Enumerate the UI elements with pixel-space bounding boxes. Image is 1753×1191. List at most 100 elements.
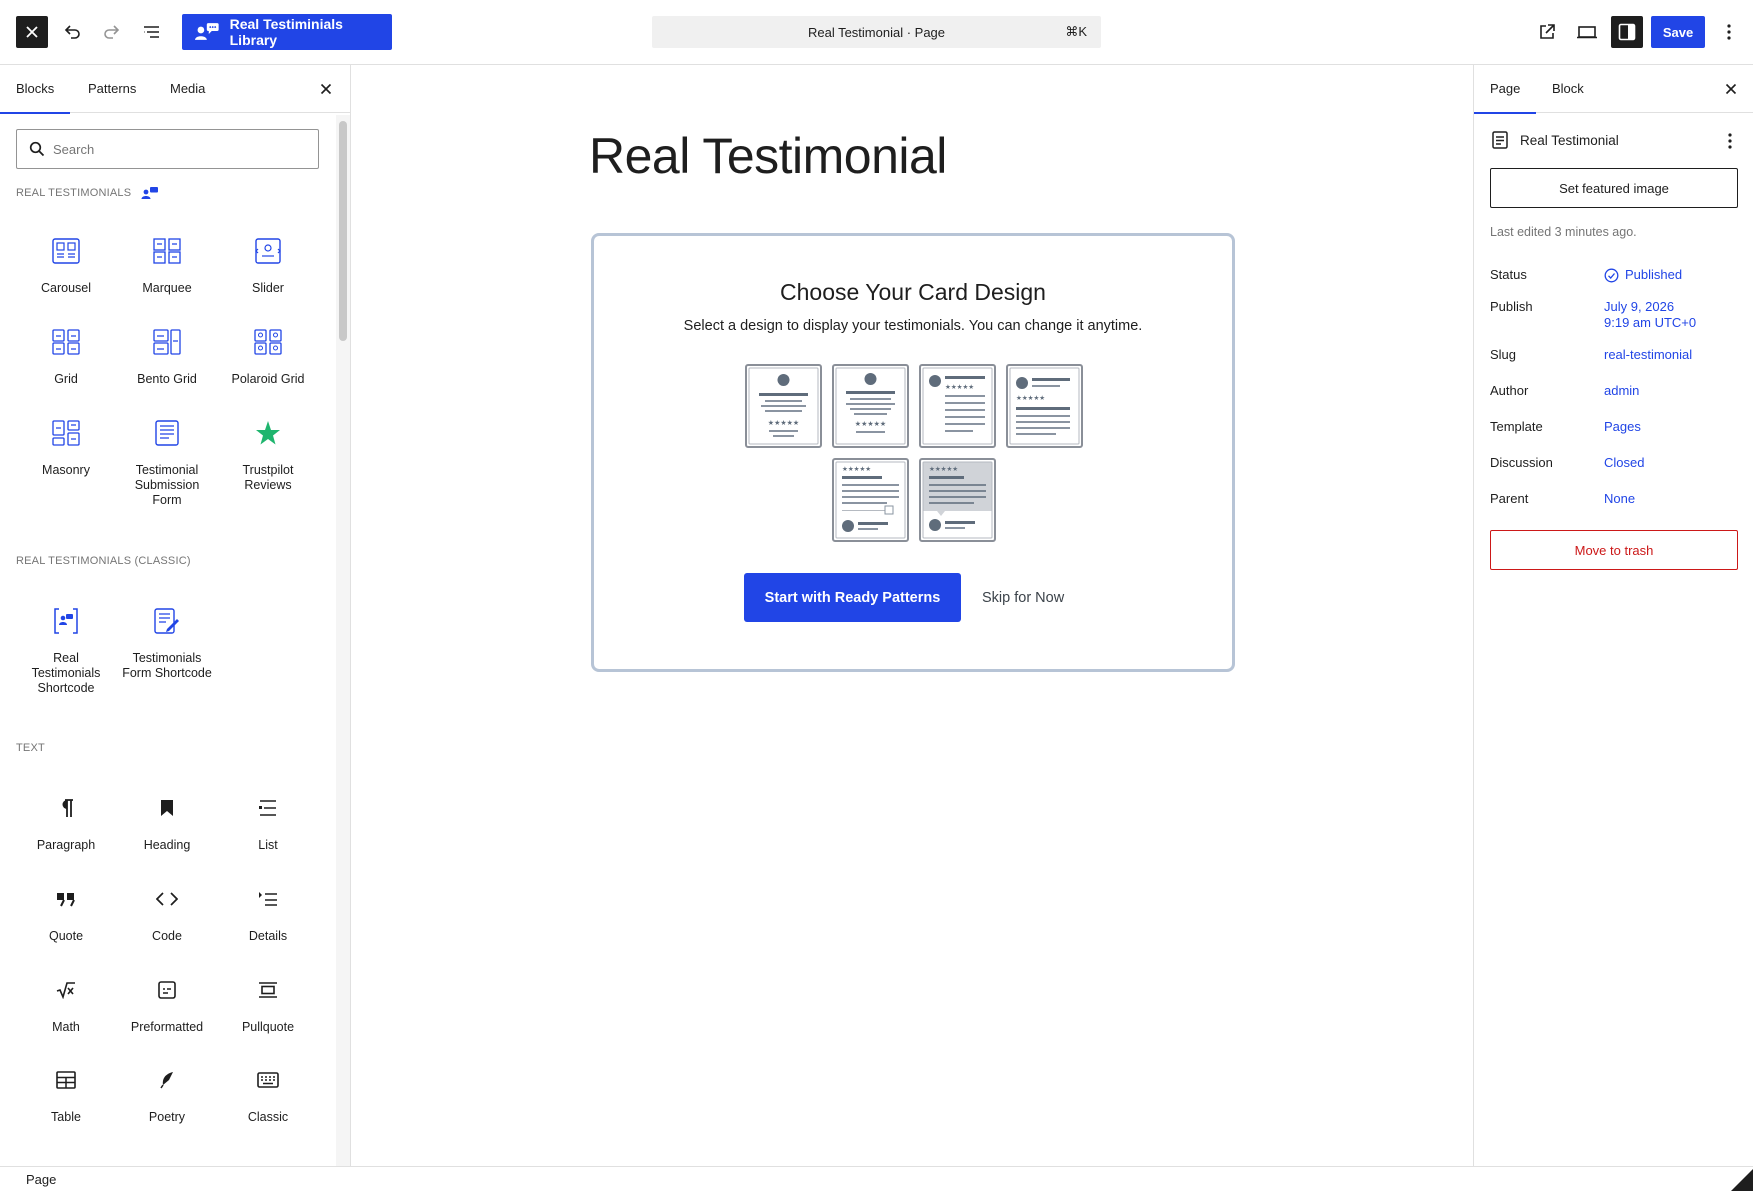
- category-heading-real-testimonials-classic: REAL TESTIMONIALS (CLASSIC): [16, 555, 191, 567]
- tab-page[interactable]: Page: [1474, 65, 1537, 114]
- close-inserter-button[interactable]: [314, 77, 338, 101]
- block-label: Poetry: [148, 1110, 186, 1124]
- card-design-option-4[interactable]: ★★★★★: [1006, 364, 1083, 448]
- discussion-value[interactable]: Closed: [1604, 455, 1644, 471]
- template-value[interactable]: Pages: [1604, 419, 1641, 435]
- block-code[interactable]: Code: [119, 883, 215, 944]
- page-title[interactable]: Real Testimonial: [589, 127, 947, 185]
- top-toolbar: Real Testiminials Library Real Testimoni…: [0, 0, 1753, 65]
- inserter-scrollbar[interactable]: [336, 115, 350, 1166]
- block-trustpilot-reviews[interactable]: Trustpilot Reviews: [220, 417, 316, 493]
- block-masonry[interactable]: Masonry: [18, 417, 114, 478]
- save-button[interactable]: Save: [1651, 16, 1705, 48]
- block-label: Details: [248, 929, 288, 943]
- block-poetry[interactable]: Poetry: [119, 1064, 215, 1125]
- command-shortcut: ⌘K: [1065, 24, 1087, 39]
- block-table[interactable]: Table: [18, 1064, 114, 1125]
- close-editor-button[interactable]: [16, 16, 48, 48]
- thumb-stars: ★★★★★: [855, 420, 886, 428]
- block-bento-grid[interactable]: Bento Grid: [119, 326, 215, 387]
- block-polaroid-grid[interactable]: Polaroid Grid: [220, 326, 316, 387]
- testimonial-users-icon: [141, 187, 159, 199]
- card-design-option-3[interactable]: ★★★★★: [919, 364, 996, 448]
- publish-date-value[interactable]: July 9, 2026 9:19 am UTC+0: [1604, 299, 1696, 331]
- slug-value[interactable]: real-testimonial: [1604, 347, 1692, 363]
- page-actions-button[interactable]: [1718, 129, 1742, 153]
- settings-toggle-button[interactable]: [1611, 16, 1643, 48]
- testimonials-library-button[interactable]: Real Testiminials Library: [182, 14, 392, 50]
- card-layout-left-header-icon: ★★★★★: [1009, 367, 1080, 445]
- close-settings-button[interactable]: [1719, 77, 1743, 101]
- math-icon: [56, 982, 75, 999]
- card-layout-bottom-author-icon: ★★★★★: [835, 461, 906, 539]
- block-label: Pullquote: [241, 1020, 295, 1034]
- block-search[interactable]: [16, 129, 319, 169]
- block-testimonials-form-shortcode[interactable]: Testimonials Form Shortcode: [119, 605, 215, 681]
- block-label: Carousel: [40, 281, 92, 295]
- shortcode-icon: [54, 608, 78, 634]
- block-heading[interactable]: Heading: [119, 792, 215, 853]
- block-label: Testimonials Form Shortcode: [122, 651, 212, 680]
- block-pullquote[interactable]: Pullquote: [220, 974, 316, 1035]
- redo-button[interactable]: [96, 16, 128, 48]
- parent-value[interactable]: None: [1604, 491, 1635, 507]
- document-title: Real Testimonial · Page: [807, 24, 946, 40]
- block-preformatted[interactable]: Preformatted: [119, 974, 215, 1035]
- document-overview-button[interactable]: [136, 16, 168, 48]
- author-value[interactable]: admin: [1604, 383, 1639, 399]
- form-edit-icon: [154, 608, 179, 634]
- setting-label: Status: [1490, 267, 1527, 282]
- block-label: Polaroid Grid: [231, 372, 305, 386]
- code-icon: [156, 892, 178, 906]
- block-paragraph[interactable]: Paragraph: [18, 792, 114, 853]
- card-design-option-1[interactable]: ★★★★★: [745, 364, 822, 448]
- setting-label: Publish: [1490, 299, 1533, 314]
- device-preview-button[interactable]: [1571, 16, 1603, 48]
- resize-handle[interactable]: [1731, 1169, 1753, 1191]
- breadcrumb[interactable]: Page: [26, 1172, 56, 1187]
- skip-for-now-button[interactable]: Skip for Now: [982, 573, 1064, 622]
- command-palette-button[interactable]: Real Testimonial · Page ⌘K: [652, 16, 1101, 48]
- trustpilot-star-icon: [256, 421, 280, 445]
- move-to-trash-button[interactable]: Move to trash: [1490, 530, 1738, 570]
- scrollbar-thumb[interactable]: [339, 121, 347, 341]
- tab-media[interactable]: Media: [154, 65, 221, 113]
- start-with-ready-patterns-button[interactable]: Start with Ready Patterns: [744, 573, 961, 622]
- view-page-button[interactable]: [1531, 16, 1563, 48]
- block-label: Paragraph: [36, 838, 96, 852]
- block-label: Slider: [252, 281, 284, 295]
- search-input[interactable]: [53, 141, 283, 157]
- tab-block[interactable]: Block: [1536, 65, 1600, 113]
- block-slider[interactable]: Slider: [220, 235, 316, 296]
- block-label: Table: [51, 1110, 81, 1124]
- undo-button[interactable]: [56, 16, 88, 48]
- block-label: Quote: [48, 929, 84, 943]
- card-design-option-5[interactable]: ★★★★★: [832, 458, 909, 542]
- form-icon: [155, 420, 179, 446]
- block-testimonial-submission-form[interactable]: Testimonial Submission Form: [119, 417, 215, 508]
- sidebar-icon: [1618, 23, 1636, 41]
- tab-patterns[interactable]: Patterns: [72, 65, 152, 113]
- paragraph-icon: [62, 799, 73, 817]
- thumb-stars: ★★★★★: [1016, 394, 1045, 402]
- block-grid[interactable]: Grid: [18, 326, 114, 387]
- block-math[interactable]: Math: [18, 974, 114, 1035]
- block-classic[interactable]: Classic: [220, 1064, 316, 1125]
- block-real-testimonials-shortcode[interactable]: Real Testimonials Shortcode: [18, 605, 114, 696]
- block-label: Math: [52, 1020, 80, 1034]
- card-design-option-2[interactable]: ★★★★★: [832, 364, 909, 448]
- status-value[interactable]: Published: [1604, 267, 1682, 283]
- block-label: Marquee: [142, 281, 192, 295]
- card-chooser-title: Choose Your Card Design: [780, 279, 1046, 305]
- block-marquee[interactable]: Marquee: [119, 235, 215, 296]
- block-list[interactable]: List: [220, 792, 316, 853]
- options-menu-button[interactable]: [1713, 16, 1745, 48]
- block-quote[interactable]: Quote: [18, 883, 114, 944]
- category-heading-text: TEXT: [16, 742, 45, 754]
- publish-date: July 9, 2026: [1604, 299, 1675, 314]
- block-details[interactable]: Details: [220, 883, 316, 944]
- tab-blocks[interactable]: Blocks: [0, 65, 71, 114]
- set-featured-image-button[interactable]: Set featured image: [1490, 168, 1738, 208]
- card-design-option-6[interactable]: ★★★★★: [919, 458, 996, 542]
- block-carousel[interactable]: Carousel: [18, 235, 114, 296]
